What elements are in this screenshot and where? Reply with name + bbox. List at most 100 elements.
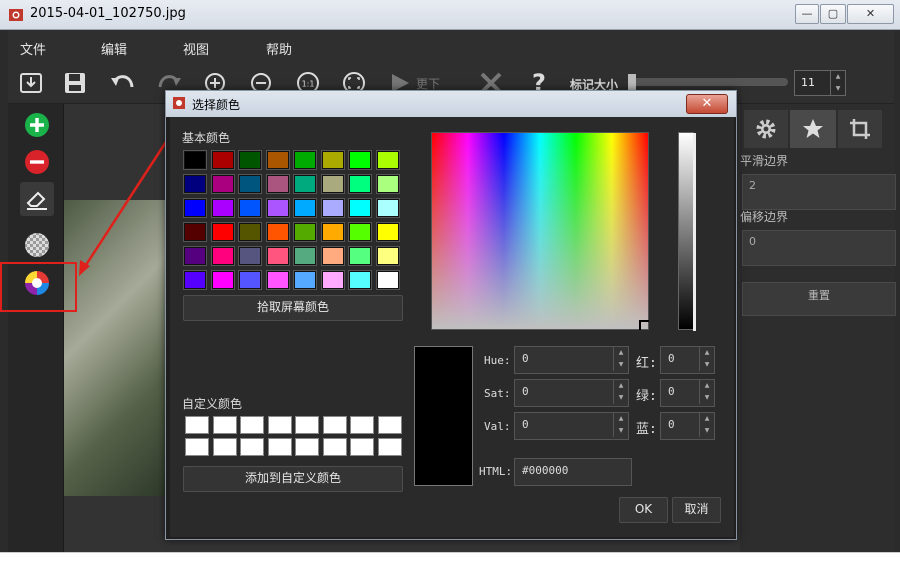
basic-color-swatch[interactable] <box>348 246 372 266</box>
basic-color-swatch[interactable] <box>375 174 400 194</box>
basic-color-swatch[interactable] <box>293 198 317 218</box>
basic-color-swatch[interactable] <box>265 198 290 218</box>
basic-color-swatch[interactable] <box>375 222 400 242</box>
hue-spinbox[interactable]: 0 ▲ ▼ <box>514 346 629 374</box>
add-region-button[interactable] <box>20 108 54 142</box>
reset-button[interactable]: 重置 <box>742 282 896 316</box>
basic-color-swatch[interactable] <box>210 270 235 290</box>
marker-size-slider[interactable] <box>628 74 788 90</box>
hue-saturation-field[interactable] <box>431 132 649 330</box>
effects-tab[interactable] <box>790 110 836 148</box>
basic-color-swatch[interactable] <box>210 174 235 194</box>
custom-color-slot[interactable] <box>350 416 374 434</box>
smooth-border-input[interactable]: 2 <box>742 174 896 210</box>
basic-color-swatch[interactable] <box>293 246 317 266</box>
custom-color-slot[interactable] <box>267 416 292 434</box>
val-spinbox[interactable]: 0 ▲ ▼ <box>514 412 629 440</box>
basic-color-swatch[interactable] <box>265 270 290 290</box>
basic-color-swatch[interactable] <box>320 174 345 194</box>
menu-help[interactable]: 帮助 <box>266 39 292 58</box>
crop-tab[interactable] <box>838 110 882 148</box>
basic-color-swatch[interactable] <box>348 150 372 170</box>
import-icon[interactable] <box>16 68 46 98</box>
basic-color-swatch[interactable] <box>320 270 345 290</box>
basic-color-swatch[interactable] <box>348 270 372 290</box>
custom-color-slot[interactable] <box>350 438 374 456</box>
sat-spinbox[interactable]: 0 ▲ ▼ <box>514 379 629 407</box>
remove-region-button[interactable] <box>20 145 54 179</box>
basic-color-swatch[interactable] <box>375 198 400 218</box>
basic-color-swatch[interactable] <box>293 270 317 290</box>
custom-color-slot[interactable] <box>377 438 402 456</box>
basic-color-swatch[interactable] <box>183 222 207 242</box>
custom-color-slot[interactable] <box>240 416 264 434</box>
pick-screen-color-button[interactable]: 拾取屏幕颜色 <box>183 295 403 321</box>
basic-color-swatch[interactable] <box>238 150 262 170</box>
transparent-bg-button[interactable] <box>20 228 54 262</box>
cancel-button[interactable]: 取消 <box>672 497 721 523</box>
add-custom-color-button[interactable]: 添加到自定义颜色 <box>183 466 403 492</box>
custom-color-slot[interactable] <box>185 416 209 434</box>
minimize-button[interactable]: — <box>795 4 819 24</box>
save-icon[interactable] <box>60 68 90 98</box>
undo-icon[interactable] <box>108 68 138 98</box>
basic-color-swatch[interactable] <box>320 246 345 266</box>
basic-color-swatch[interactable] <box>320 150 345 170</box>
custom-color-slot[interactable] <box>240 438 264 456</box>
marker-size-input[interactable]: 11 ▲ ▼ <box>794 70 846 96</box>
custom-color-slot[interactable] <box>267 438 292 456</box>
custom-color-slot[interactable] <box>212 438 237 456</box>
basic-color-swatch[interactable] <box>183 174 207 194</box>
blue-spinbox[interactable]: 0 ▲ ▼ <box>660 412 715 440</box>
basic-color-swatch[interactable] <box>183 198 207 218</box>
html-color-input[interactable]: #000000 <box>514 458 632 486</box>
red-spinbox[interactable]: 0 ▲ ▼ <box>660 346 715 374</box>
basic-color-swatch[interactable] <box>375 246 400 266</box>
ok-button[interactable]: OK <box>619 497 668 523</box>
basic-color-swatch[interactable] <box>238 222 262 242</box>
close-window-button[interactable]: ✕ <box>847 4 894 24</box>
basic-color-swatch[interactable] <box>183 150 207 170</box>
eraser-button[interactable] <box>20 182 54 216</box>
basic-color-swatch[interactable] <box>375 270 400 290</box>
custom-color-slot[interactable] <box>295 438 319 456</box>
basic-color-swatch[interactable] <box>210 246 235 266</box>
basic-color-swatch[interactable] <box>238 246 262 266</box>
basic-color-swatch[interactable] <box>320 222 345 242</box>
custom-color-slot[interactable] <box>295 416 319 434</box>
basic-color-swatch[interactable] <box>348 222 372 242</box>
custom-color-slot[interactable] <box>322 416 347 434</box>
color-crosshair[interactable] <box>639 320 649 330</box>
basic-color-swatch[interactable] <box>183 270 207 290</box>
slider-handle[interactable] <box>628 74 636 90</box>
basic-color-swatch[interactable] <box>348 198 372 218</box>
basic-color-swatch[interactable] <box>293 150 317 170</box>
custom-color-slot[interactable] <box>212 416 237 434</box>
basic-color-swatch[interactable] <box>210 198 235 218</box>
offset-border-input[interactable]: 0 <box>742 230 896 266</box>
value-slider-handle[interactable] <box>693 133 696 331</box>
basic-color-swatch[interactable] <box>348 174 372 194</box>
basic-color-swatch[interactable] <box>265 174 290 194</box>
menu-edit[interactable]: 编辑 <box>101 39 127 58</box>
basic-color-swatch[interactable] <box>210 150 235 170</box>
basic-color-swatch[interactable] <box>238 198 262 218</box>
basic-color-swatch[interactable] <box>265 246 290 266</box>
value-slider[interactable] <box>678 132 696 331</box>
maximize-button[interactable]: ▢ <box>820 4 846 24</box>
dialog-close-button[interactable]: ✕ <box>686 94 728 114</box>
basic-color-swatch[interactable] <box>238 270 262 290</box>
basic-color-swatch[interactable] <box>238 174 262 194</box>
basic-color-swatch[interactable] <box>183 246 207 266</box>
settings-tab[interactable] <box>744 110 788 148</box>
basic-color-swatch[interactable] <box>265 150 290 170</box>
menu-view[interactable]: 视图 <box>183 39 209 58</box>
basic-color-swatch[interactable] <box>375 150 400 170</box>
basic-color-swatch[interactable] <box>293 174 317 194</box>
basic-color-swatch[interactable] <box>210 222 235 242</box>
green-spinbox[interactable]: 0 ▲ ▼ <box>660 379 715 407</box>
basic-color-swatch[interactable] <box>320 198 345 218</box>
menu-file[interactable]: 文件 <box>20 39 46 58</box>
basic-color-swatch[interactable] <box>293 222 317 242</box>
custom-color-slot[interactable] <box>322 438 347 456</box>
